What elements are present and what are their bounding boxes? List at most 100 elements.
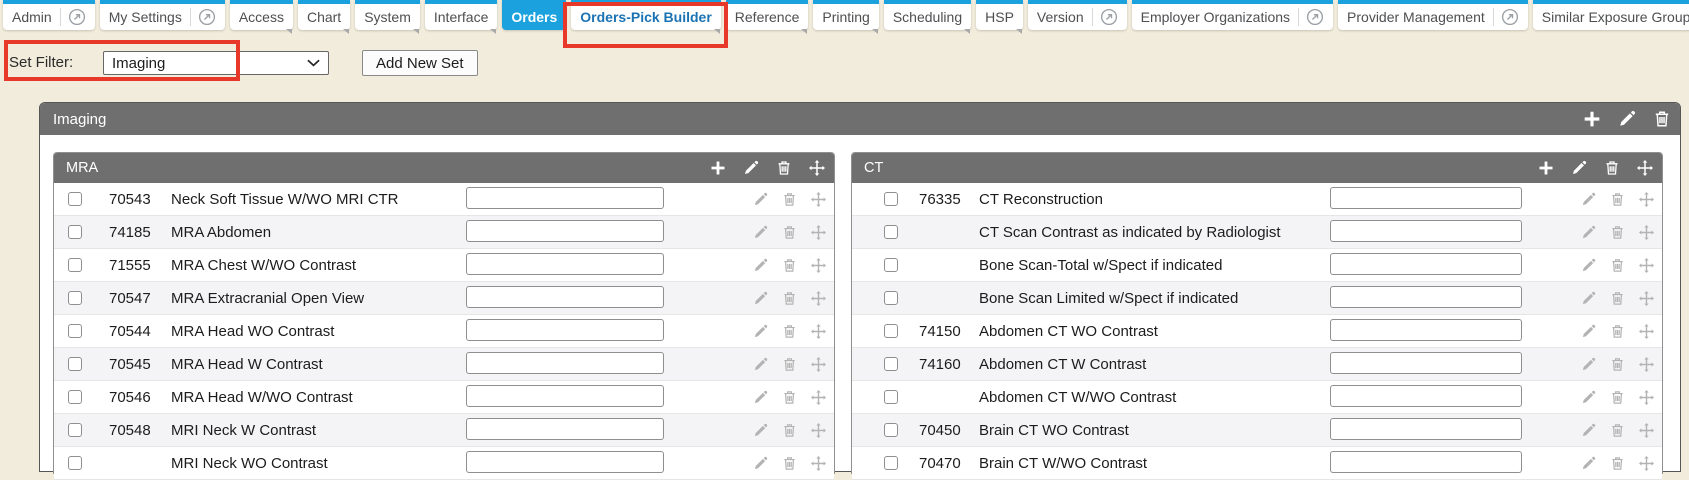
move-icon[interactable] — [1639, 192, 1654, 207]
row-checkbox[interactable] — [68, 324, 82, 338]
order-note-input[interactable] — [466, 220, 664, 242]
move-icon[interactable] — [1639, 423, 1654, 438]
delete-icon[interactable] — [1610, 423, 1625, 438]
open-new-window-icon[interactable] — [1493, 8, 1519, 26]
row-checkbox[interactable] — [884, 225, 898, 239]
tab-orders-pick-builder[interactable]: Orders-Pick Builder — [571, 0, 721, 30]
delete-icon[interactable] — [782, 291, 797, 306]
edit-icon[interactable] — [1571, 160, 1587, 176]
order-note-input[interactable] — [466, 385, 664, 407]
tab-hsp[interactable]: HSP — [976, 0, 1023, 30]
tab-scheduling[interactable]: Scheduling — [884, 0, 971, 30]
tab-provider-management[interactable]: Provider Management — [1338, 0, 1528, 30]
move-icon[interactable] — [1639, 390, 1654, 405]
order-note-input[interactable] — [1330, 319, 1522, 341]
tab-access[interactable]: Access — [230, 0, 293, 30]
delete-icon[interactable] — [1610, 192, 1625, 207]
tab-version[interactable]: Version — [1028, 0, 1127, 30]
move-icon[interactable] — [1639, 258, 1654, 273]
edit-icon[interactable] — [753, 291, 768, 306]
order-note-input[interactable] — [466, 253, 664, 275]
move-icon[interactable] — [1639, 357, 1654, 372]
tab-orders[interactable]: Orders — [502, 0, 566, 30]
delete-icon[interactable] — [782, 258, 797, 273]
move-icon[interactable] — [1637, 160, 1653, 176]
open-new-window-icon[interactable] — [1092, 8, 1118, 26]
edit-icon[interactable] — [753, 258, 768, 273]
order-note-input[interactable] — [466, 418, 664, 440]
edit-icon[interactable] — [1581, 423, 1596, 438]
tab-my-settings[interactable]: My Settings — [100, 0, 225, 30]
order-note-input[interactable] — [1330, 451, 1522, 473]
delete-icon[interactable] — [782, 357, 797, 372]
open-new-window-icon[interactable] — [1298, 8, 1324, 26]
order-note-input[interactable] — [466, 187, 664, 209]
edit-icon[interactable] — [753, 423, 768, 438]
delete-icon[interactable] — [1653, 110, 1671, 128]
order-note-input[interactable] — [466, 319, 664, 341]
row-checkbox[interactable] — [884, 357, 898, 371]
row-checkbox[interactable] — [884, 456, 898, 470]
tab-admin[interactable]: Admin — [3, 0, 95, 30]
order-note-input[interactable] — [1330, 187, 1522, 209]
row-checkbox[interactable] — [68, 192, 82, 206]
open-new-window-icon[interactable] — [190, 8, 216, 26]
edit-icon[interactable] — [1581, 324, 1596, 339]
edit-icon[interactable] — [753, 324, 768, 339]
row-checkbox[interactable] — [68, 357, 82, 371]
add-icon[interactable] — [1583, 110, 1601, 128]
tab-reference[interactable]: Reference — [726, 0, 809, 30]
row-checkbox[interactable] — [68, 456, 82, 470]
tab-similar-exposure-groups[interactable]: Similar Exposure Groups (SEGs) — [1533, 0, 1689, 30]
delete-icon[interactable] — [1610, 225, 1625, 240]
edit-icon[interactable] — [743, 160, 759, 176]
move-icon[interactable] — [811, 324, 826, 339]
order-note-input[interactable] — [1330, 286, 1522, 308]
row-checkbox[interactable] — [884, 291, 898, 305]
add-icon[interactable] — [1538, 160, 1554, 176]
set-filter-select[interactable]: Imaging — [103, 51, 329, 75]
move-icon[interactable] — [811, 390, 826, 405]
order-note-input[interactable] — [1330, 385, 1522, 407]
order-note-input[interactable] — [1330, 418, 1522, 440]
row-checkbox[interactable] — [68, 390, 82, 404]
edit-icon[interactable] — [753, 225, 768, 240]
move-icon[interactable] — [1639, 291, 1654, 306]
move-icon[interactable] — [811, 423, 826, 438]
tab-system[interactable]: System — [355, 0, 420, 30]
order-note-input[interactable] — [1330, 352, 1522, 374]
edit-icon[interactable] — [1581, 258, 1596, 273]
row-checkbox[interactable] — [68, 423, 82, 437]
tab-chart[interactable]: Chart — [298, 0, 350, 30]
add-icon[interactable] — [710, 160, 726, 176]
move-icon[interactable] — [1639, 324, 1654, 339]
edit-icon[interactable] — [753, 390, 768, 405]
delete-icon[interactable] — [1604, 160, 1620, 176]
row-checkbox[interactable] — [68, 291, 82, 305]
edit-icon[interactable] — [1581, 225, 1596, 240]
row-checkbox[interactable] — [68, 258, 82, 272]
edit-icon[interactable] — [1581, 390, 1596, 405]
order-note-input[interactable] — [1330, 253, 1522, 275]
delete-icon[interactable] — [1610, 258, 1625, 273]
tab-employer-organizations[interactable]: Employer Organizations — [1132, 0, 1333, 30]
edit-icon[interactable] — [1581, 192, 1596, 207]
delete-icon[interactable] — [776, 160, 792, 176]
move-icon[interactable] — [811, 258, 826, 273]
move-icon[interactable] — [811, 357, 826, 372]
add-new-set-button[interactable]: Add New Set — [362, 50, 478, 76]
edit-icon[interactable] — [1618, 110, 1636, 128]
order-note-input[interactable] — [466, 286, 664, 308]
tab-printing[interactable]: Printing — [813, 0, 878, 30]
row-checkbox[interactable] — [884, 390, 898, 404]
move-icon[interactable] — [1639, 225, 1654, 240]
move-icon[interactable] — [811, 192, 826, 207]
edit-icon[interactable] — [1581, 291, 1596, 306]
tab-interface[interactable]: Interface — [425, 0, 497, 30]
delete-icon[interactable] — [782, 423, 797, 438]
order-note-input[interactable] — [1330, 220, 1522, 242]
row-checkbox[interactable] — [884, 423, 898, 437]
edit-icon[interactable] — [753, 192, 768, 207]
open-new-window-icon[interactable] — [60, 8, 86, 26]
order-note-input[interactable] — [466, 451, 664, 473]
